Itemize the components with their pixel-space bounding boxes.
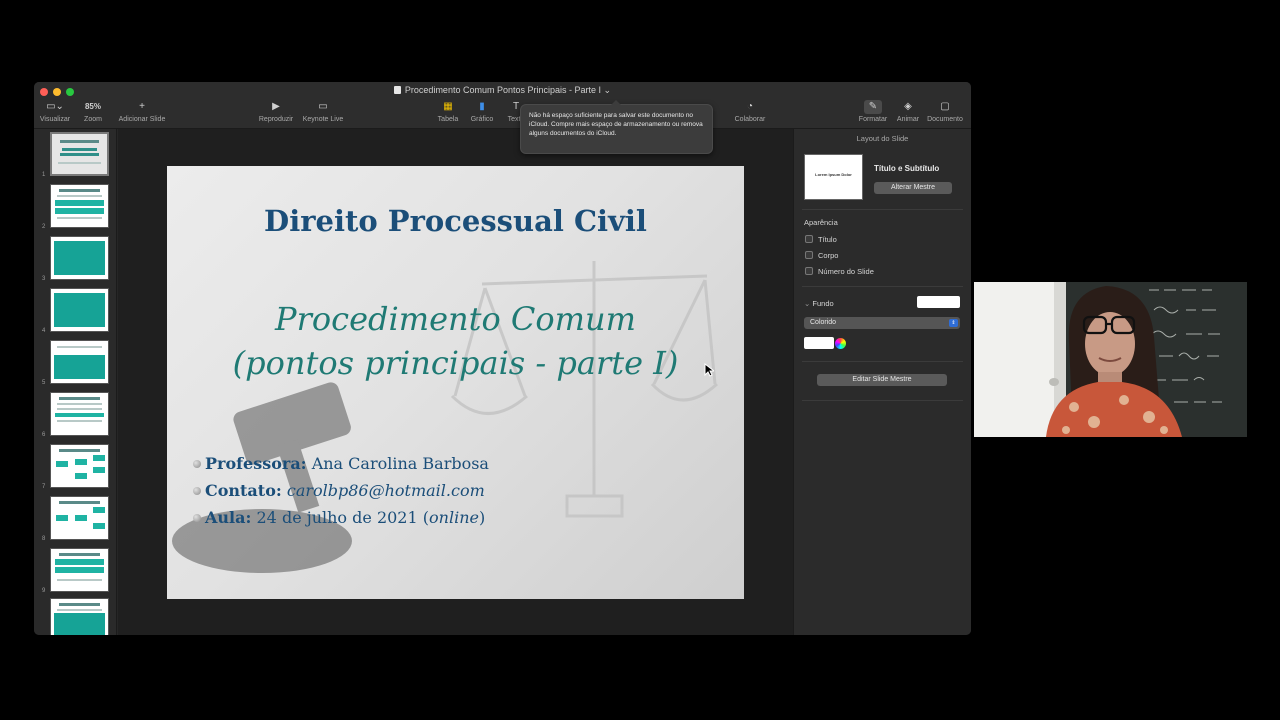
zoom-value: 85% xyxy=(84,102,101,111)
zoom-button[interactable]: 85% Zoom xyxy=(78,100,108,123)
slide-thumbnail-8[interactable]: 8 xyxy=(38,496,114,542)
slide-thumbnail-10[interactable] xyxy=(38,598,114,635)
documento-button[interactable]: ▢ Documento xyxy=(923,100,967,123)
titulo-checkbox[interactable]: Título xyxy=(805,235,837,244)
keynote-window: Procedimento Comum Pontos Principais - P… xyxy=(34,82,971,635)
slide-thumbnail-5[interactable]: 5 xyxy=(38,340,114,386)
document-icon xyxy=(393,86,401,94)
select-arrows-icon: ⇕ xyxy=(949,319,958,327)
formatar-button[interactable]: ✎ Formatar xyxy=(857,100,889,123)
table-icon: ▦ xyxy=(443,101,453,112)
visualizar-button[interactable]: ▭⌄ Visualizar xyxy=(37,100,73,123)
animate-icon: ◈ xyxy=(904,101,912,112)
grafico-button[interactable]: ▮ Gráfico xyxy=(466,100,498,123)
icloud-storage-tooltip: Não há espaço suficiente para salvar est… xyxy=(520,100,713,154)
numero-slide-checkbox[interactable]: Número do Slide xyxy=(805,267,874,276)
slide-thumbnail-2[interactable]: 2 xyxy=(38,184,114,230)
collaborate-icon: ◔ xyxy=(746,101,754,112)
slide-title[interactable]: Direito Processual Civil xyxy=(167,204,744,238)
slide-thumbnail-7[interactable]: 7 xyxy=(38,444,114,490)
paintbrush-icon: ✎ xyxy=(864,100,882,114)
aparencia-heading: Aparência xyxy=(804,218,838,227)
divider xyxy=(802,286,963,287)
layout-preview[interactable]: Lorem Ipsum Dolor xyxy=(804,154,863,200)
tabela-button[interactable]: ▦ Tabela xyxy=(434,100,462,123)
slide-subtitle[interactable]: Procedimento Comum (pontos principais - … xyxy=(167,297,744,385)
background-color-swatch[interactable] xyxy=(917,296,960,308)
corpo-checkbox[interactable]: Corpo xyxy=(805,251,838,260)
animar-button[interactable]: ◈ Animar xyxy=(893,100,923,123)
alterar-mestre-button[interactable]: Alterar Mestre xyxy=(874,182,952,194)
fundo-section-toggle[interactable]: ⌄ Fundo xyxy=(804,299,834,308)
chart-icon: ▮ xyxy=(479,101,485,112)
add-slide-button[interactable]: + Adicionar Slide xyxy=(114,100,170,123)
bullet-contact: Contato: carolbp86@hotmail.com xyxy=(193,477,489,504)
document-panel-icon: ▢ xyxy=(940,101,950,112)
inspector-header: Layout do Slide xyxy=(856,134,909,143)
divider xyxy=(802,209,963,210)
chevron-down-icon: ⌄ xyxy=(603,85,612,95)
slide-thumbnail-1[interactable]: 1 xyxy=(38,132,114,178)
sidebar-view-icon: ▭⌄ xyxy=(46,101,64,112)
slide-body[interactable]: Professora: Ana Carolina Barbosa Contato… xyxy=(193,450,489,531)
webcam-video xyxy=(974,282,1247,437)
slide[interactable]: Direito Processual Civil Procedimento Co… xyxy=(167,166,744,599)
slide-canvas[interactable]: Direito Processual Civil Procedimento Co… xyxy=(118,129,793,635)
colaborar-button[interactable]: ◔ Colaborar xyxy=(731,100,769,123)
slide-thumbnail-4[interactable]: 4 xyxy=(38,288,114,334)
slide-thumbnail-3[interactable]: 3 xyxy=(38,236,114,282)
window-title[interactable]: Procedimento Comum Pontos Principais - P… xyxy=(34,85,971,96)
slide-thumbnail-6[interactable]: 6 xyxy=(38,392,114,438)
slide-navigator[interactable]: 1 2 3 4 5 6 7 8 9 xyxy=(34,129,117,635)
editar-slide-mestre-button[interactable]: Editar Slide Mestre xyxy=(817,374,947,386)
reproduzir-button[interactable]: ▶ Reproduzir xyxy=(256,100,296,123)
plus-icon: + xyxy=(139,101,145,112)
slide-thumbnail-9[interactable]: 9 xyxy=(38,548,114,594)
chevron-down-icon: ⌄ xyxy=(804,299,811,308)
mouse-cursor-icon xyxy=(704,363,714,377)
format-inspector: Layout do Slide Lorem Ipsum Dolor Título… xyxy=(793,129,971,635)
titlebar: Procedimento Comum Pontos Principais - P… xyxy=(34,82,971,129)
presenter-video-feed xyxy=(974,282,1247,437)
color-wheel-icon[interactable] xyxy=(835,338,846,349)
keynote-live-button[interactable]: ▭ Keynote Live xyxy=(299,100,347,123)
bullet-class: Aula: 24 de julho de 2021 (online) xyxy=(193,504,489,531)
divider xyxy=(802,400,963,401)
fill-type-select[interactable]: Colorido ⇕ xyxy=(804,317,960,329)
bullet-professor: Professora: Ana Carolina Barbosa xyxy=(193,450,489,477)
color-well[interactable] xyxy=(804,337,834,349)
keynote-live-icon: ▭ xyxy=(318,101,328,112)
play-icon: ▶ xyxy=(272,101,280,112)
divider xyxy=(802,361,963,362)
layout-name: Título e Subtítulo xyxy=(874,164,940,173)
